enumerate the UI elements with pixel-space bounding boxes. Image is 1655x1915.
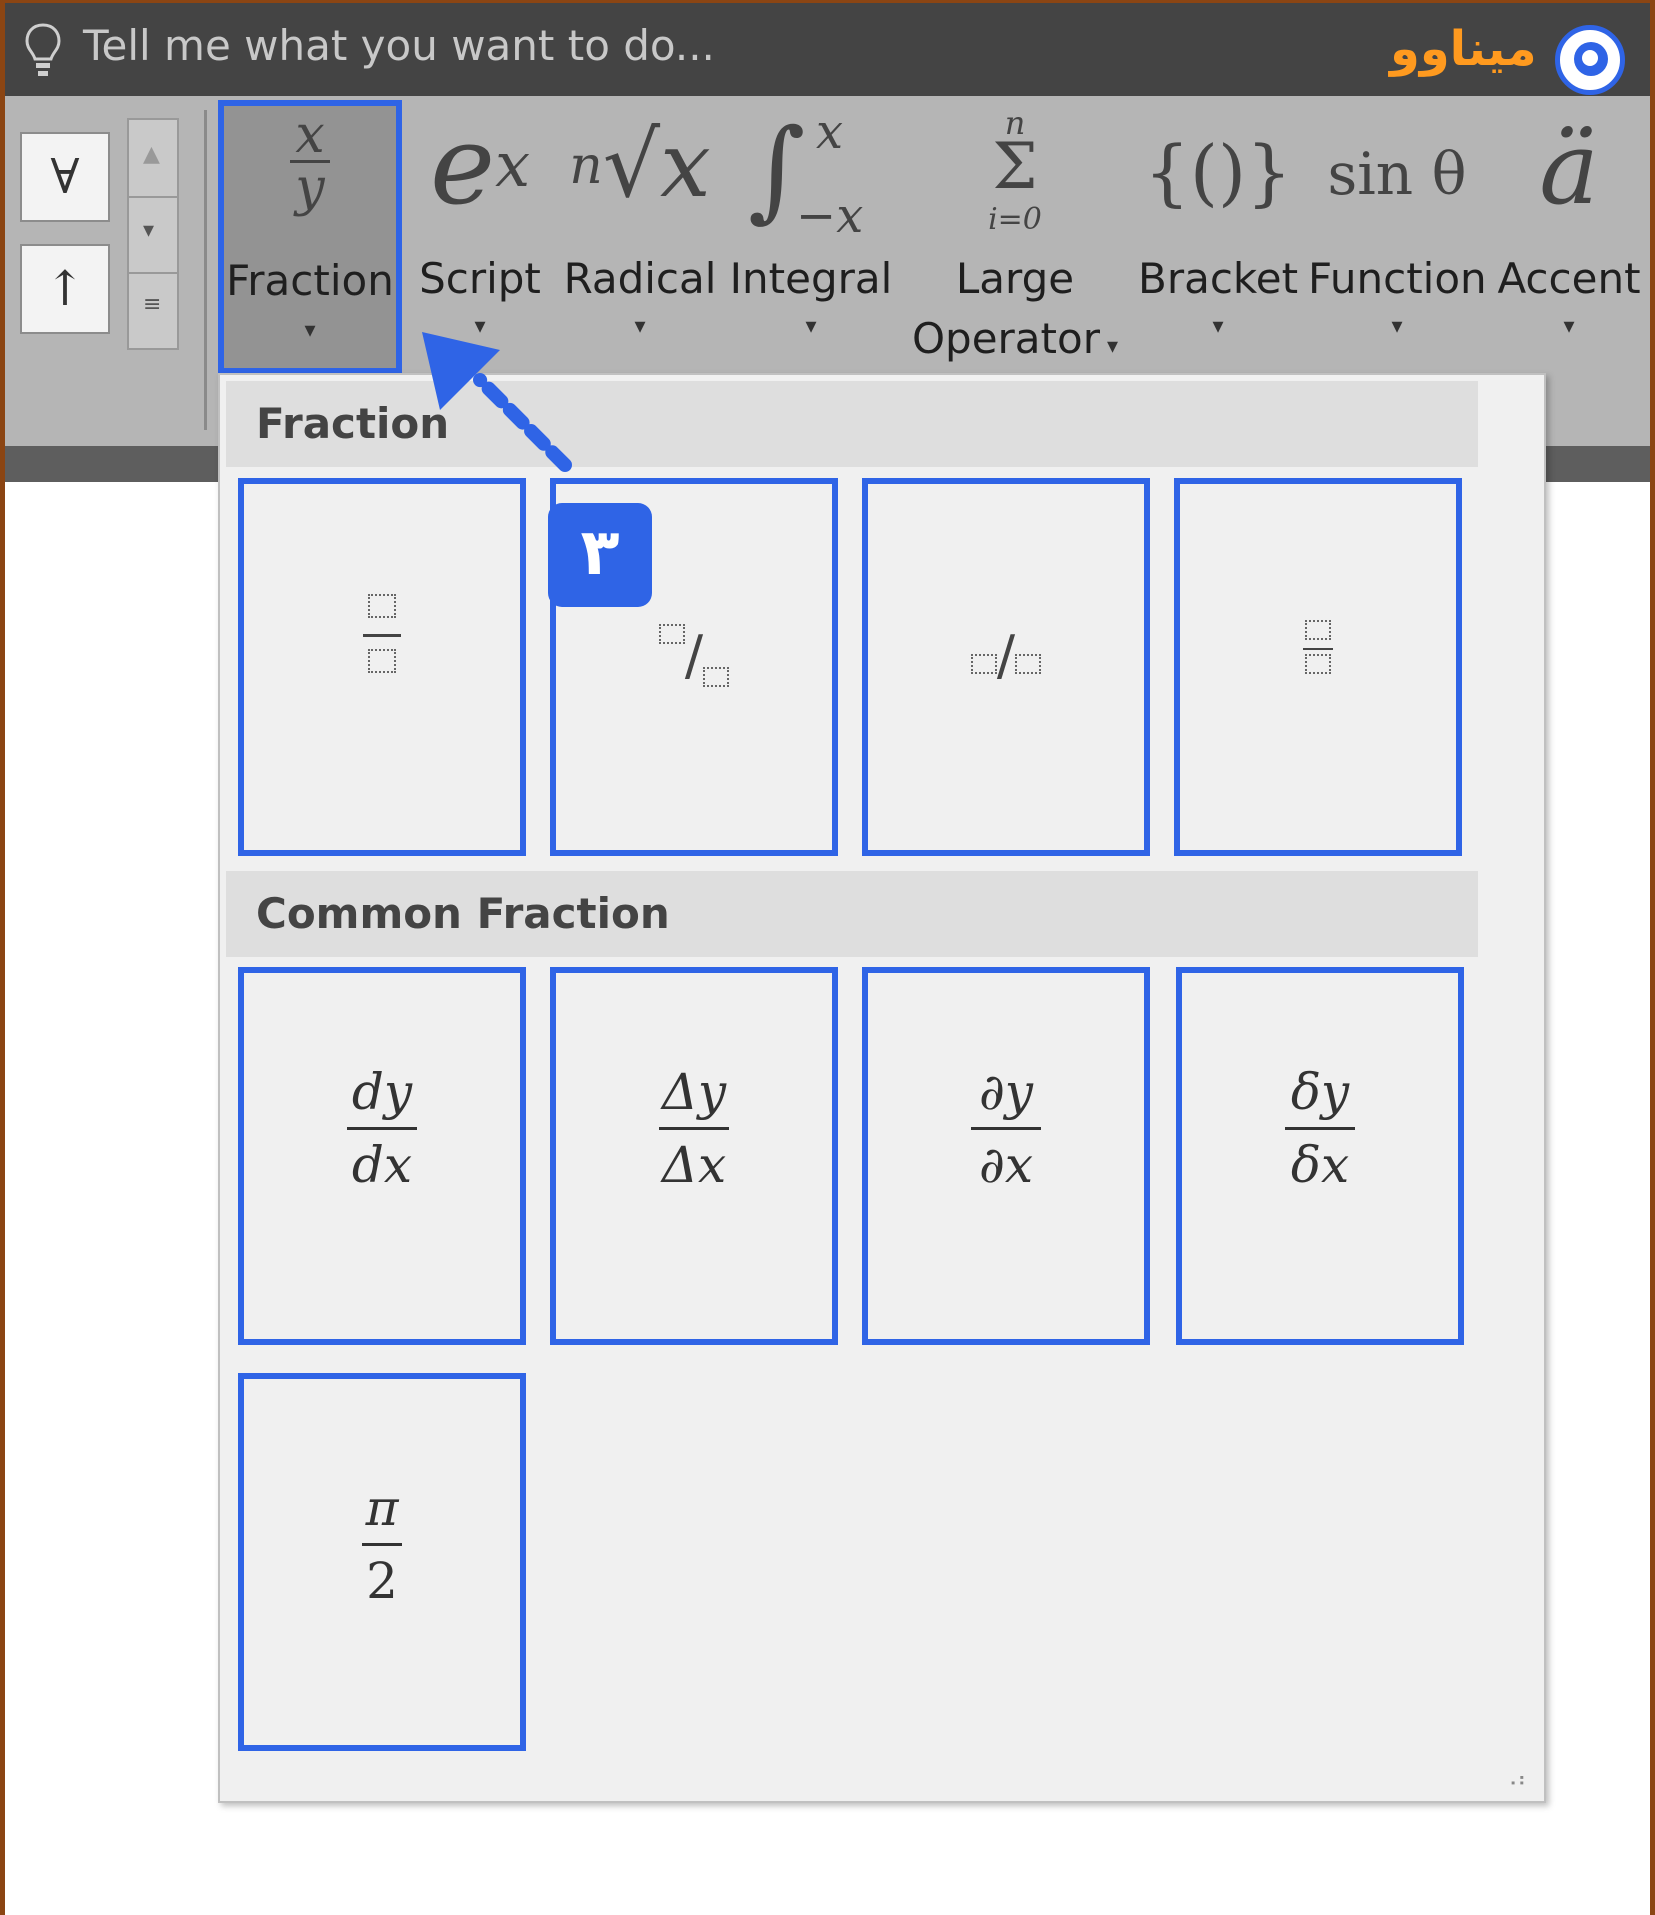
bracket-button[interactable]: {()} Bracket ▾ xyxy=(1138,100,1298,365)
chevron-down-icon: ▾ xyxy=(1391,314,1403,339)
function-icon: sin θ xyxy=(1327,140,1467,208)
tile-numerator: Δy xyxy=(661,1063,727,1121)
step-badge: ۳ xyxy=(548,503,652,607)
tile-denominator: ∂x xyxy=(978,1136,1034,1194)
large-operator-button[interactable]: n Σ i=0 Large Operator ▾ xyxy=(900,100,1130,365)
radical-icon: √x xyxy=(602,113,711,218)
integral-button[interactable]: ∫ x −x Integral ▾ xyxy=(728,100,894,365)
tile-numerator: dy xyxy=(351,1063,413,1121)
pi-over-two-tile[interactable]: π 2 xyxy=(238,1373,526,1751)
section-header-common-fraction: Common Fraction xyxy=(226,871,1478,957)
stacked-fraction-tile[interactable] xyxy=(238,478,526,856)
large-operator-label-line2: Operator ▾ xyxy=(911,314,1119,363)
tile-numerator: π xyxy=(365,1479,399,1537)
scroll-up-icon[interactable]: ▲ xyxy=(143,142,160,167)
tile-denominator: Δx xyxy=(661,1136,727,1194)
fraction-gallery-panel: Fraction / / Common Fraction dy dx Δy Δx… xyxy=(218,373,1546,1803)
accent-label: Accent xyxy=(1497,254,1641,303)
resize-grip-icon[interactable]: ⠠⠆ xyxy=(1503,1767,1532,1791)
tell-me-bar[interactable]: Tell me what you want to do... میناوو xyxy=(5,3,1650,96)
delta-y-delta-x-tile[interactable]: Δy Δx xyxy=(550,967,838,1345)
small-fraction-tile[interactable] xyxy=(1174,478,1462,856)
function-label: Function xyxy=(1308,254,1487,303)
window-frame-right xyxy=(1650,0,1655,1915)
tile-numerator: ∂y xyxy=(978,1063,1034,1121)
chevron-down-icon: ▾ xyxy=(805,314,817,339)
bracket-icon: {()} xyxy=(1144,130,1292,214)
script-icon-sup: x xyxy=(495,128,531,201)
accent-icon: ä xyxy=(1539,110,1599,227)
radical-icon-index: n xyxy=(569,136,603,196)
ribbon-separator xyxy=(204,110,207,430)
script-label: Script xyxy=(419,254,541,303)
bracket-label: Bracket xyxy=(1138,254,1299,303)
brand-logo-icon xyxy=(1555,25,1625,95)
section-title-common-fraction: Common Fraction xyxy=(256,889,670,938)
integral-icon-sub: −x xyxy=(796,188,864,244)
annotation-arrow-icon xyxy=(422,332,572,472)
gallery-more-icon[interactable]: ≡ xyxy=(143,292,161,317)
radical-label: Radical xyxy=(563,254,717,303)
tile-numerator: δy xyxy=(1290,1063,1350,1121)
integral-icon-sup: x xyxy=(816,104,844,160)
fraction-label: Fraction xyxy=(226,256,394,305)
chevron-down-icon: ▾ xyxy=(1212,314,1224,339)
dy-dx-tile[interactable]: dy dx xyxy=(238,967,526,1345)
sigma-icon: Σ xyxy=(992,130,1038,204)
symbol-for-all[interactable]: ∀ xyxy=(20,132,110,222)
partial-y-partial-x-tile[interactable]: ∂y ∂x xyxy=(862,967,1150,1345)
large-operator-label-line1: Large xyxy=(955,254,1075,303)
symbol-up-arrow[interactable]: ↑ xyxy=(20,244,110,334)
tile-denominator: δx xyxy=(1290,1136,1350,1194)
tile-denominator: 2 xyxy=(366,1552,398,1610)
integral-label: Integral xyxy=(729,254,893,303)
fraction-icon-num: x xyxy=(295,105,325,165)
accent-button[interactable]: ä Accent ▾ xyxy=(1494,100,1644,365)
lightbulb-icon xyxy=(25,23,61,76)
tile-denominator: dx xyxy=(351,1136,413,1194)
function-button[interactable]: sin θ Function ▾ xyxy=(1308,100,1487,365)
linear-fraction-tile[interactable]: / xyxy=(862,478,1150,856)
chevron-down-icon: ▾ xyxy=(1563,314,1575,339)
brand-logo-text: میناوو xyxy=(1390,21,1537,77)
script-icon: e xyxy=(429,101,496,229)
large-operator-icon-bottom: i=0 xyxy=(988,202,1042,237)
tell-me-placeholder[interactable]: Tell me what you want to do... xyxy=(83,21,715,70)
small-delta-y-delta-x-tile[interactable]: δy δx xyxy=(1176,967,1464,1345)
scroll-down-icon[interactable]: ▾ xyxy=(143,218,154,243)
symbol-gallery-scroll[interactable]: ▲ ▾ ≡ xyxy=(127,118,179,350)
fraction-icon-den: y xyxy=(295,158,325,218)
chevron-down-icon: ▾ xyxy=(304,318,316,343)
fraction-button[interactable]: x y Fraction ▾ xyxy=(218,100,402,374)
